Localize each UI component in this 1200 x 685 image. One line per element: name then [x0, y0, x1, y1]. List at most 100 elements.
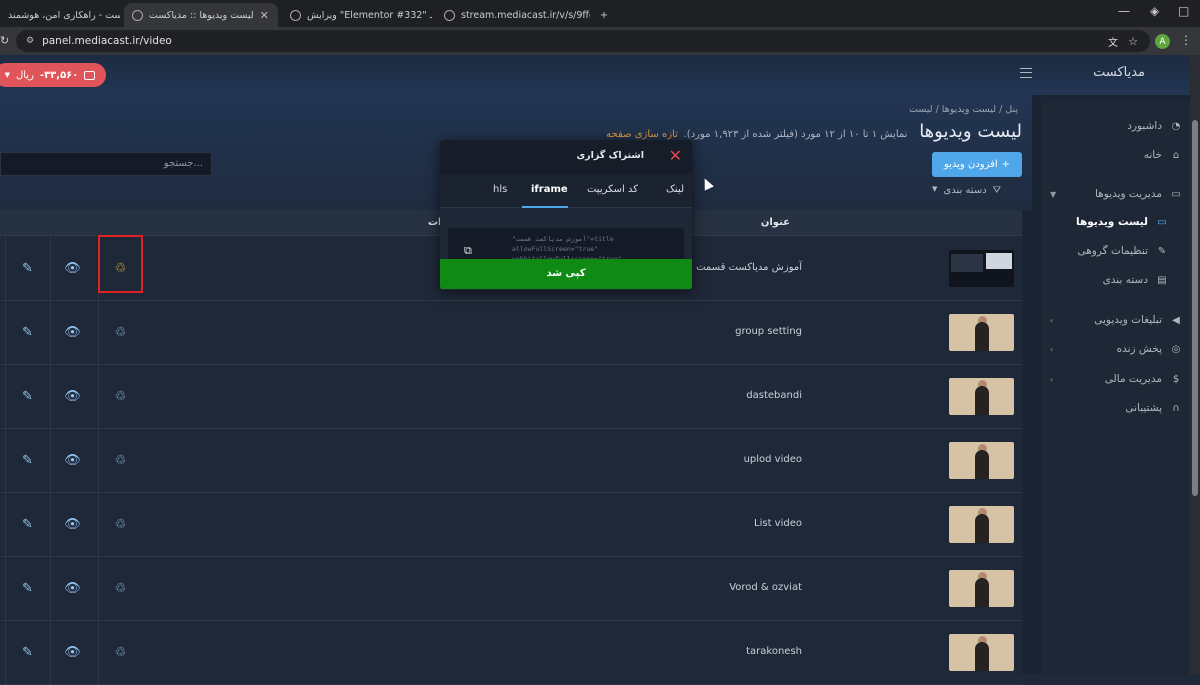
page-title: لیست ویدیوها نمایش ۱ تا ۱۰ از ۱۲ مورد (ف…: [606, 121, 1022, 142]
edit-icon[interactable]: ✎: [5, 237, 49, 300]
browser-tab-active[interactable]: لیست ویدیوها :: مدیاکست ✕: [124, 3, 278, 27]
extension-icon[interactable]: ◈: [1150, 4, 1159, 18]
video-title[interactable]: آموزش مدیاکست قسمت: [696, 262, 802, 273]
scrollbar-thumb[interactable]: [1192, 120, 1198, 496]
video-thumbnail[interactable]: [949, 250, 1014, 287]
table-row[interactable]: Vorod & ozviat ♲ 👁 ✎: [0, 557, 1022, 621]
wallet-icon: [84, 70, 96, 80]
video-title[interactable]: uplod video: [744, 454, 802, 465]
url-text[interactable]: panel.mediacast.ir/video: [42, 35, 172, 47]
sidebar-item-label: تنظیمات گروهی: [1077, 245, 1148, 257]
category-filter[interactable]: ⛛ دسته بندی ▼: [932, 185, 1001, 196]
table-row[interactable]: List video ♲ 👁 ✎: [0, 493, 1022, 557]
tab-title: ویرایش "Elementor #332" با الـ: [307, 9, 432, 21]
browser-tab[interactable]: ویرایش "Elementor #332" با الـ ✕: [282, 3, 432, 27]
megaphone-icon: ◀: [1172, 314, 1180, 326]
share-icon[interactable]: ♲: [98, 365, 142, 428]
share-icon[interactable]: ♲: [98, 557, 142, 620]
sidebar-item-group-settings[interactable]: ✎ تنظیمات گروهی: [1077, 241, 1168, 261]
video-thumbnail[interactable]: [949, 378, 1014, 415]
tab-hls[interactable]: hls: [493, 184, 507, 195]
dashboard-icon: ◔: [1171, 120, 1181, 132]
modal-header: اشتراک گزاری ✕: [440, 140, 692, 174]
balance-amount: -۳۳,۵۶۰: [39, 69, 79, 81]
sidebar-item-finance[interactable]: $ مدیریت مالی: [1105, 369, 1182, 389]
breadcrumb[interactable]: پنل / لیست ویدیوها / لیست: [909, 104, 1018, 115]
table-row[interactable]: tarakonesh ♲ 👁 ✎: [0, 621, 1022, 685]
tab-title: مدیاکست - راهکاری امن، هوشمند: [8, 9, 120, 21]
browser-tab[interactable]: stream.mediacast.ir/v/s/9ffd1d8 ✕: [436, 3, 590, 27]
sidebar-item-video-ads[interactable]: ◀ تبلیغات ویدیویی: [1094, 310, 1182, 330]
video-title[interactable]: group setting: [735, 326, 802, 337]
search-input[interactable]: جستجو...: [0, 152, 212, 176]
view-eye-icon[interactable]: 👁: [50, 237, 94, 300]
table-row[interactable]: dastebandi ♲ 👁 ✎: [0, 365, 1022, 429]
tab-script-code[interactable]: کد اسکریپت: [587, 184, 638, 195]
table-row[interactable]: uplod video ♲ 👁 ✎: [0, 429, 1022, 493]
video-thumbnail[interactable]: [949, 314, 1014, 351]
headset-icon: ∩: [1172, 402, 1180, 414]
globe-icon: [132, 9, 143, 21]
video-title[interactable]: tarakonesh: [746, 646, 802, 657]
sidebar-item-support[interactable]: ∩ پشتیبانی: [1125, 398, 1182, 418]
video-thumbnail[interactable]: [949, 506, 1014, 543]
menu-toggle-icon[interactable]: [1020, 68, 1032, 78]
copy-icon[interactable]: ⧉: [464, 244, 472, 258]
share-icon[interactable]: ♲: [98, 429, 142, 492]
sidebar-item-category[interactable]: ▤ دسته بندی: [1103, 270, 1168, 290]
maximize-button[interactable]: □: [1178, 4, 1189, 18]
share-icon[interactable]: ♲: [98, 301, 142, 364]
edit-icon[interactable]: ✎: [5, 557, 49, 620]
address-bar[interactable]: ⚙ panel.mediacast.ir/video 文 ☆: [16, 30, 1150, 52]
sidebar-item-video-management[interactable]: ▭ مدیریت ویدیوها: [1095, 184, 1182, 204]
column-header-title[interactable]: عنوان: [761, 217, 790, 228]
view-eye-icon[interactable]: 👁: [50, 365, 94, 428]
sidebar-item-video-list[interactable]: ▭ لیست ویدیوها: [1076, 212, 1168, 232]
sidebar-item-label: خانه: [1143, 149, 1162, 161]
view-eye-icon[interactable]: 👁: [50, 493, 94, 556]
sidebar-item-home[interactable]: ⌂ خانه: [1144, 145, 1182, 165]
share-icon[interactable]: ♲: [98, 493, 142, 556]
edit-icon[interactable]: ✎: [5, 429, 49, 492]
sidebar-item-label: لیست ویدیوها: [1076, 216, 1148, 228]
bookmark-star-icon[interactable]: ☆: [1128, 35, 1138, 48]
video-thumbnail[interactable]: [949, 634, 1014, 671]
site-info-icon[interactable]: ⚙: [26, 36, 34, 46]
edit-icon[interactable]: ✎: [5, 365, 49, 428]
close-tab-icon[interactable]: ✕: [260, 9, 269, 22]
view-eye-icon[interactable]: 👁: [50, 301, 94, 364]
refresh-page-link[interactable]: تازه سازی صفحه: [606, 129, 678, 140]
browser-tab[interactable]: مدیاکست - راهکاری امن، هوشمند ✕: [0, 3, 120, 27]
video-title[interactable]: dastebandi: [746, 390, 802, 401]
page-scrollbar[interactable]: [1190, 55, 1200, 675]
add-video-button[interactable]: + افزودن ویدیو: [932, 152, 1022, 177]
video-thumbnail[interactable]: [949, 442, 1014, 479]
highlight-box: [98, 235, 143, 293]
share-modal: اشتراک گزاری ✕ لینک کد اسکریپت iframe hl…: [440, 140, 692, 290]
minimize-button[interactable]: —: [1118, 4, 1130, 18]
video-title[interactable]: List video: [754, 518, 802, 529]
tab-link[interactable]: لینک: [666, 184, 684, 195]
balance-badge[interactable]: ▼ ریال -۳۳,۵۶۰: [0, 63, 106, 87]
sidebar-item-label: تبلیغات ویدیویی: [1094, 314, 1162, 326]
new-tab-button[interactable]: +: [592, 3, 612, 27]
edit-icon[interactable]: ✎: [5, 493, 49, 556]
video-thumbnail[interactable]: [949, 570, 1014, 607]
sidebar-item-live[interactable]: ◎ پخش زنده: [1117, 339, 1182, 359]
balance-unit: ریال: [15, 69, 34, 81]
translate-icon[interactable]: 文: [1108, 34, 1118, 49]
close-icon[interactable]: ✕: [669, 146, 682, 165]
tab-iframe[interactable]: iframe: [531, 184, 568, 195]
chevron-left-icon: ‹: [1050, 345, 1054, 354]
filter-icon: ⛛: [992, 185, 1002, 196]
edit-icon[interactable]: ✎: [5, 301, 49, 364]
table-row[interactable]: group setting ♲ 👁 ✎: [0, 301, 1022, 365]
menu-kebab-icon[interactable]: ⋮: [1180, 33, 1192, 47]
video-title[interactable]: Vorod & ozviat: [729, 582, 802, 593]
reload-icon[interactable]: ↻: [0, 34, 9, 47]
profile-avatar[interactable]: A: [1155, 34, 1170, 49]
view-eye-icon[interactable]: 👁: [50, 557, 94, 620]
view-eye-icon[interactable]: 👁: [50, 429, 94, 492]
sidebar-item-dashboard[interactable]: ◔ داشبورد: [1127, 116, 1182, 136]
brand-logo-text[interactable]: مدیاکست: [1093, 65, 1145, 80]
